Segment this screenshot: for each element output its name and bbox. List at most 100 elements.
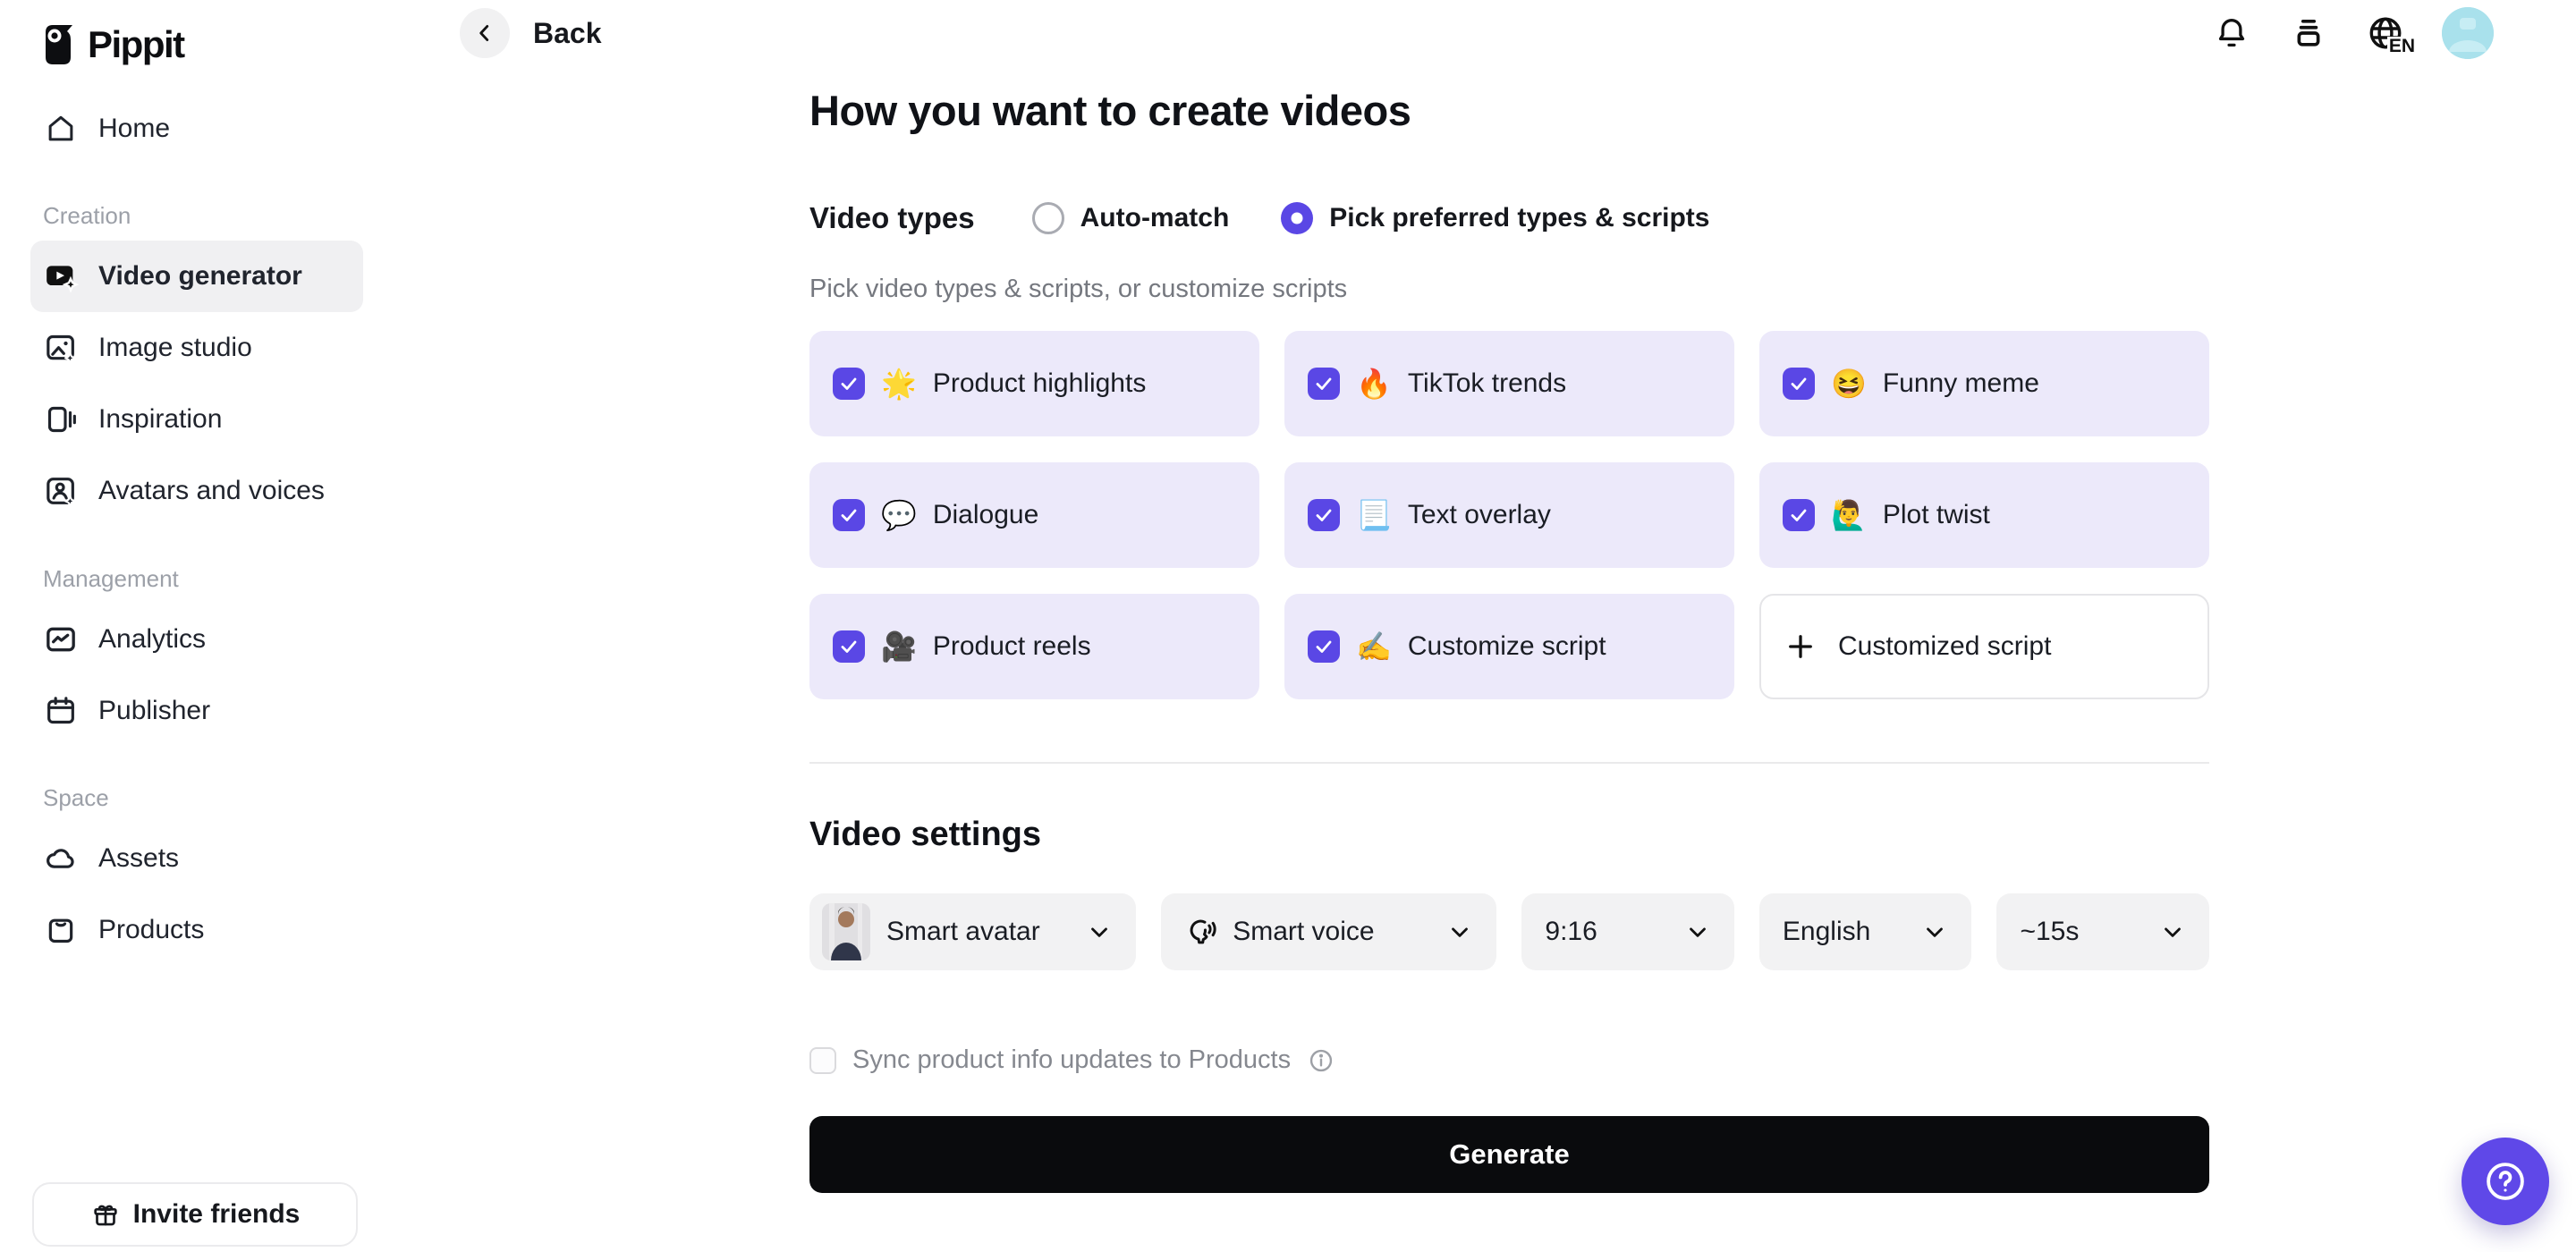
- sidebar-item-analytics[interactable]: Analytics: [30, 604, 363, 675]
- sidebar-item-avatars-and-voices[interactable]: Avatars and voices: [30, 455, 363, 527]
- workspace-drawer-icon[interactable]: [2288, 13, 2329, 54]
- home-icon: [43, 111, 79, 147]
- radio-pick-preferred[interactable]: Pick preferred types & scripts: [1281, 202, 1709, 234]
- sidebar-item-inspiration[interactable]: Inspiration: [30, 384, 363, 455]
- sidebar-section-creation: Creation: [43, 202, 131, 229]
- video-settings-row: Smart avatar Smart voice 9:16 English ~1…: [809, 893, 2209, 970]
- sync-products-row: Sync product info updates to Products: [809, 1045, 2209, 1075]
- checkbox-checked-icon[interactable]: [1783, 368, 1815, 400]
- voice-icon: [1184, 915, 1218, 949]
- topbar: Back EN: [394, 0, 2576, 66]
- pippit-logo-icon: [41, 23, 77, 66]
- radio-auto-match[interactable]: Auto-match: [1031, 202, 1229, 234]
- video-types-row: Video types Auto-match Pick preferred ty…: [809, 201, 2209, 235]
- inspiration-icon: [43, 402, 79, 437]
- page-title: How you want to create videos: [809, 87, 1411, 134]
- checkbox-checked-icon[interactable]: [833, 630, 865, 663]
- person-raising-hand-emoji: 🙋‍♂️: [1831, 499, 1867, 531]
- generate-button[interactable]: Generate: [809, 1116, 2209, 1193]
- checkbox-checked-icon[interactable]: [833, 499, 865, 531]
- star-emoji: 🌟: [881, 368, 917, 400]
- chevron-down-icon: [1086, 918, 1113, 945]
- sidebar-item-label: Assets: [98, 843, 180, 873]
- help-button[interactable]: [2462, 1138, 2549, 1225]
- chevron-down-icon: [1446, 918, 1473, 945]
- publisher-icon: [43, 693, 79, 729]
- card-text-overlay[interactable]: 📃 Text overlay: [1284, 462, 1734, 568]
- user-avatar[interactable]: [2442, 7, 2494, 59]
- video-generator-icon: [43, 258, 79, 294]
- checkbox-checked-icon[interactable]: [833, 368, 865, 400]
- sidebar-section-management: Management: [43, 565, 179, 592]
- back-label: Back: [533, 16, 602, 49]
- sidebar-item-video-generator[interactable]: Video generator: [30, 241, 363, 312]
- sidebar-item-label: Video generator: [98, 261, 302, 291]
- assets-cloud-icon: [43, 841, 79, 876]
- video-types-hint: Pick video types & scripts, or customize…: [809, 275, 1348, 303]
- pippit-app: Pippit Home Creation Video generator Ima…: [0, 0, 2576, 1252]
- video-type-cards: 🌟 Product highlights 🔥 TikTok trends 😆 F…: [809, 331, 2209, 699]
- laughing-emoji: 😆: [1831, 368, 1867, 400]
- invite-friends-button[interactable]: Invite friends: [32, 1182, 358, 1247]
- plus-icon: [1784, 630, 1817, 663]
- movie-camera-emoji: 🎥: [881, 630, 917, 663]
- analytics-icon: [43, 622, 79, 657]
- chevron-left-icon[interactable]: [460, 8, 510, 58]
- avatars-voices-icon: [43, 473, 79, 509]
- checkbox-checked-icon[interactable]: [1308, 368, 1340, 400]
- products-bag-icon: [43, 912, 79, 948]
- gift-icon: [90, 1199, 121, 1230]
- card-dialogue[interactable]: 💬 Dialogue: [809, 462, 1259, 568]
- sidebar-section-space: Space: [43, 784, 109, 811]
- sidebar-item-label: Products: [98, 915, 205, 944]
- radio-circle-selected[interactable]: [1281, 202, 1314, 234]
- fire-emoji: 🔥: [1356, 368, 1392, 400]
- notifications-bell-icon[interactable]: [2211, 13, 2252, 54]
- app-logo[interactable]: Pippit: [41, 21, 394, 68]
- card-tiktok-trends[interactable]: 🔥 TikTok trends: [1284, 331, 1734, 436]
- sidebar-item-label: Image studio: [98, 333, 252, 362]
- sidebar-item-assets[interactable]: Assets: [30, 823, 363, 894]
- info-icon[interactable]: [1307, 1046, 1335, 1075]
- aspect-ratio-dropdown[interactable]: 9:16: [1521, 893, 1734, 970]
- sidebar-item-label: Avatars and voices: [98, 476, 325, 505]
- avatar-thumbnail: [822, 903, 870, 960]
- sync-checkbox-unchecked[interactable]: [809, 1046, 836, 1074]
- add-customized-script-button[interactable]: Customized script: [1759, 594, 2209, 699]
- sidebar-nav: Home Creation Video generator Image stud…: [0, 100, 394, 966]
- card-plot-twist[interactable]: 🙋‍♂️ Plot twist: [1759, 462, 2209, 568]
- smart-avatar-dropdown[interactable]: Smart avatar: [809, 893, 1137, 970]
- checkbox-checked-icon[interactable]: [1308, 499, 1340, 531]
- chevron-down-icon: [1684, 918, 1711, 945]
- speech-balloon-emoji: 💬: [881, 499, 917, 531]
- section-divider: [809, 762, 2209, 764]
- language-globe-icon[interactable]: EN: [2365, 13, 2415, 55]
- duration-dropdown[interactable]: ~15s: [1996, 893, 2209, 970]
- invite-friends-label: Invite friends: [132, 1199, 301, 1229]
- sidebar-item-image-studio[interactable]: Image studio: [30, 312, 363, 384]
- sidebar-item-home[interactable]: Home: [0, 100, 394, 157]
- card-customize-script[interactable]: ✍️ Customize script: [1284, 594, 1734, 699]
- card-product-reels[interactable]: 🎥 Product reels: [809, 594, 1259, 699]
- checkbox-checked-icon[interactable]: [1783, 499, 1815, 531]
- sidebar: Pippit Home Creation Video generator Ima…: [0, 0, 394, 1252]
- page-emoji: 📃: [1356, 499, 1392, 531]
- checkbox-checked-icon[interactable]: [1308, 630, 1340, 663]
- card-product-highlights[interactable]: 🌟 Product highlights: [809, 331, 1259, 436]
- sidebar-item-label: Analytics: [98, 624, 207, 654]
- sidebar-item-publisher[interactable]: Publisher: [30, 675, 363, 747]
- chevron-down-icon: [2159, 918, 2186, 945]
- writing-hand-emoji: ✍️: [1356, 630, 1392, 663]
- topbar-icons: EN: [2211, 7, 2494, 59]
- smart-voice-dropdown[interactable]: Smart voice: [1161, 893, 1497, 970]
- app-name: Pippit: [88, 23, 185, 65]
- sidebar-item-label: Home: [98, 114, 171, 143]
- video-settings-title: Video settings: [809, 816, 1042, 853]
- back-button[interactable]: Back: [460, 8, 602, 58]
- sidebar-item-products[interactable]: Products: [30, 894, 363, 966]
- language-dropdown[interactable]: English: [1758, 893, 1972, 970]
- question-mark-icon: [2481, 1157, 2529, 1205]
- card-funny-meme[interactable]: 😆 Funny meme: [1759, 331, 2209, 436]
- sidebar-item-label: Publisher: [98, 696, 211, 725]
- radio-circle-unselected[interactable]: [1031, 202, 1064, 234]
